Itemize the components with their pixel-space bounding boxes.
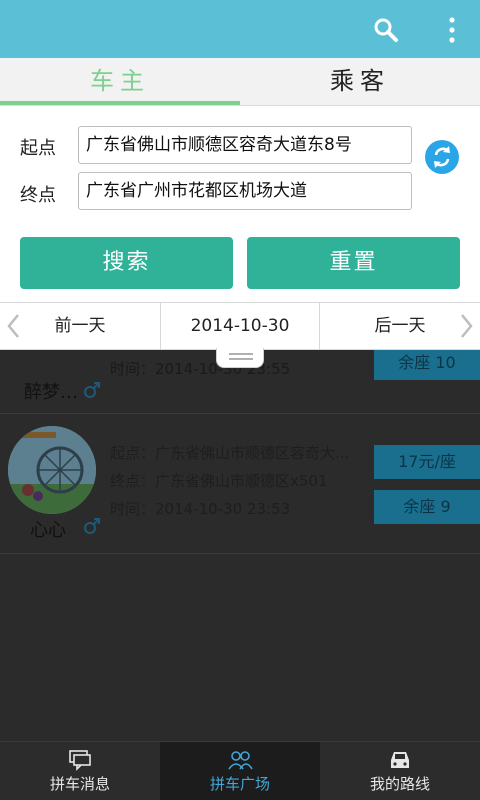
ride-end: 终点：广东省佛山市顺德区x501: [110, 472, 328, 490]
chat-icon: [69, 750, 91, 771]
prev-day-button[interactable]: 前一天: [0, 303, 160, 349]
next-day-button[interactable]: 后一天: [320, 303, 480, 349]
date-navigator: 前一天 2014-10-30 后一天: [0, 302, 480, 350]
car-icon: [391, 752, 409, 768]
role-tabs: 车主 乘客: [0, 58, 480, 106]
user-name: 醉梦…: [24, 382, 78, 403]
seats-badge: 余座 10: [374, 350, 480, 380]
nav-label: 拼车消息: [49, 775, 110, 793]
male-icon: [84, 382, 100, 398]
avatar: [8, 426, 96, 514]
search-button[interactable]: 搜索: [20, 237, 233, 289]
ride-start: 起点：广东省佛山市顺德区容奇大...: [110, 444, 350, 462]
ride-list: 时间：2014-10-30 23:55 余座 10 醉梦… 心心 起点：广东省佛…: [0, 350, 480, 740]
people-icon: [228, 751, 253, 770]
swap-route-button[interactable]: [425, 140, 459, 174]
drawer-handle[interactable]: [216, 348, 264, 368]
chevron-right-icon[interactable]: [460, 313, 474, 339]
price-badge: 17元/座: [374, 445, 480, 479]
start-input[interactable]: 广东省佛山市顺德区容奇大道东8号: [78, 126, 412, 164]
current-date[interactable]: 2014-10-30: [160, 303, 320, 349]
nav-my-routes[interactable]: 我的路线: [320, 742, 480, 800]
tab-passenger[interactable]: 乘客: [240, 58, 480, 106]
reset-button[interactable]: 重置: [247, 237, 460, 289]
nav-label: 拼车广场: [209, 775, 270, 793]
app-bar: [0, 0, 480, 58]
ride-time: 时间：2014-10-30 23:53: [110, 500, 291, 518]
start-label: 起点: [20, 138, 56, 159]
ferris-wheel-icon: [8, 426, 96, 514]
seats-badge: 余座 9: [374, 490, 480, 524]
search-icon[interactable]: [372, 16, 400, 44]
male-icon: [84, 518, 100, 534]
nav-carpool-square[interactable]: 拼车广场: [160, 742, 320, 800]
nav-label: 我的路线: [369, 775, 430, 793]
end-input[interactable]: 广东省广州市花都区机场大道: [78, 172, 412, 210]
end-label: 终点: [20, 185, 56, 206]
user-name: 心心: [30, 520, 66, 541]
bottom-navigation: 拼车消息 拼车广场 我的路线: [0, 741, 480, 800]
tab-owner[interactable]: 车主: [0, 58, 240, 106]
nav-carpool-messages[interactable]: 拼车消息: [0, 742, 160, 800]
swap-icon: [434, 146, 450, 168]
more-options-icon[interactable]: [440, 14, 464, 46]
tab-active-indicator: [0, 101, 240, 105]
list-item[interactable]: 心心 起点：广东省佛山市顺德区容奇大... 终点：广东省佛山市顺德区x501 时…: [0, 414, 480, 554]
